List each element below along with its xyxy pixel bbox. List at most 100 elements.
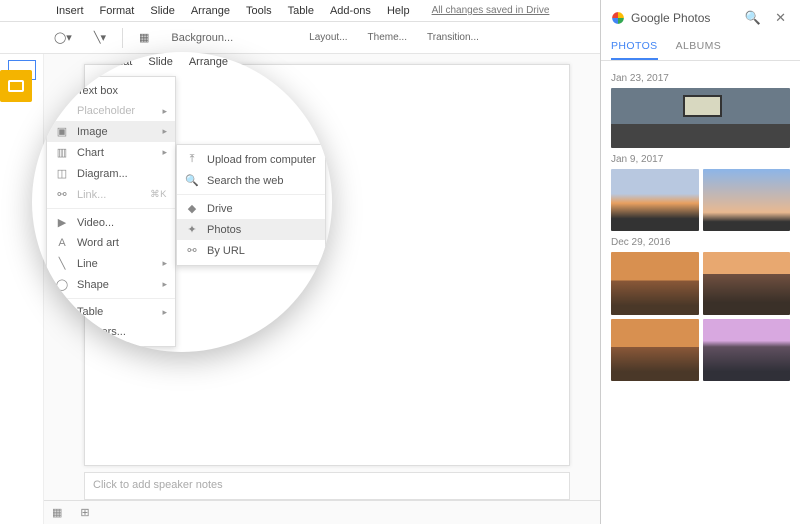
line-icon: ╲ — [55, 257, 69, 270]
menu-item-label: Drive — [207, 203, 233, 215]
menu-item-label: Word art — [77, 237, 119, 249]
submenu-arrow-icon: ▸ — [162, 147, 167, 158]
menu-item-label: Photos — [207, 224, 241, 236]
menu-item-label: Video... — [77, 217, 114, 229]
menu-item-label: Placeholder — [77, 105, 135, 117]
photo-thumbnail[interactable] — [611, 169, 699, 232]
shape-tool[interactable]: ◯▾ — [48, 28, 78, 47]
add-box-tool[interactable]: ▦ — [133, 28, 155, 47]
menu-slide-mag[interactable]: Slide — [140, 56, 180, 68]
menubar: Insert Format Slide Arrange Tools Table … — [0, 0, 600, 22]
photo-thumbnail[interactable] — [611, 319, 699, 382]
submenu-arrow-icon: ▸ — [162, 106, 167, 117]
transition-button[interactable]: Transition... — [427, 32, 479, 43]
menu-item-label: Table — [77, 306, 103, 318]
google-photos-icon — [611, 11, 625, 25]
insert-video-[interactable]: ▶ Video... — [47, 212, 175, 233]
insert-placeholder: Placeholder ▸ — [47, 101, 175, 121]
slides-logo — [0, 70, 32, 102]
image-submenu: ⤒ Upload from computer 🔍 Search the web ◆ Dri… — [176, 144, 326, 266]
drive-icon: ◆ — [185, 202, 199, 215]
menu-slide[interactable]: Slide — [142, 0, 182, 22]
menu-item-label: Diagram... — [77, 168, 128, 180]
submenu-arrow-icon: ▸ — [162, 258, 167, 269]
menu-arrange-mag[interactable]: Arrange — [181, 56, 236, 68]
insert-shape[interactable]: ◯ Shape ▸ — [47, 274, 175, 295]
insert-table[interactable]: Table ▸ — [47, 302, 175, 322]
shortcut: ⌘K — [150, 189, 167, 200]
diagram-icon: ◫ — [55, 167, 69, 180]
photo-thumbnail[interactable] — [611, 88, 790, 148]
chart-icon: ▥ — [55, 146, 69, 159]
insert-word-art[interactable]: A Word art — [47, 233, 175, 253]
menu-addons[interactable]: Add-ons — [322, 0, 379, 22]
textbox-icon: T — [55, 85, 69, 97]
search-icon[interactable]: 🔍 — [741, 10, 765, 26]
view-grid-icon[interactable]: ▦ — [52, 506, 62, 519]
insert-line[interactable]: ╲ Line ▸ — [47, 253, 175, 274]
upload-icon: ⤒ — [185, 153, 199, 166]
submenu-arrow-icon: ▸ — [162, 279, 167, 290]
insert-image[interactable]: ▣ Image ▸ — [47, 121, 175, 142]
menu-item-label: Search the web — [207, 175, 283, 187]
image-source-search-the-web[interactable]: 🔍 Search the web — [177, 170, 325, 191]
background-button[interactable]: Backgroun... — [165, 29, 239, 47]
menu-item-label: Chart — [77, 147, 104, 159]
photo-thumbnail[interactable] — [703, 169, 791, 232]
tab-albums[interactable]: ALBUMS — [676, 34, 722, 60]
image-source-by-url[interactable]: ⚯ By URL — [177, 240, 325, 261]
photo-thumbnail[interactable] — [703, 319, 791, 382]
submenu-arrow-icon: ▸ — [162, 126, 167, 137]
menu-tools[interactable]: Tools — [238, 0, 280, 22]
magnified-menu-region: Insert Format Slide Arrange Tools Table … — [32, 52, 332, 352]
insert-text-box[interactable]: T Text box — [47, 81, 175, 101]
menu-table-mag[interactable]: Table — [278, 56, 320, 68]
menu-insert-open[interactable]: Insert — [46, 56, 90, 68]
menu-format-mag[interactable]: Format — [90, 56, 141, 68]
menu-insert[interactable]: Insert — [48, 0, 92, 22]
menu-help[interactable]: Help — [379, 0, 418, 22]
photo-thumbnail[interactable] — [703, 252, 791, 315]
insert-diagram-[interactable]: ◫ Diagram... — [47, 163, 175, 184]
date-label: Jan 23, 2017 — [611, 73, 790, 84]
menu-item-label: Shape — [77, 279, 109, 291]
menu-item-label: Image — [77, 126, 108, 138]
menu-format[interactable]: Format — [92, 0, 143, 22]
theme-button[interactable]: Theme... — [368, 32, 407, 43]
date-label: Dec 29, 2016 — [611, 237, 790, 248]
layout-button[interactable]: Layout... — [309, 32, 347, 43]
submenu-arrow-icon: ▸ — [162, 307, 167, 318]
image-icon: ▣ — [55, 125, 69, 138]
insert-dropdown: T Text box Placeholder ▸ ▣ Image ▸ ▥ Chart ▸ ◫ Diag… — [46, 76, 176, 347]
insert--mbers-[interactable]: ...mbers... — [47, 322, 175, 342]
view-filmstrip-icon[interactable]: ⊞ — [80, 506, 89, 519]
menu-item-label: Line — [77, 258, 98, 270]
photo-thumbnail[interactable] — [611, 252, 699, 315]
close-icon[interactable]: ✕ — [771, 10, 790, 26]
insert-chart[interactable]: ▥ Chart ▸ — [47, 142, 175, 163]
menu-item-label: By URL — [207, 245, 245, 257]
menu-item-label: Link... — [77, 189, 106, 201]
tab-photos[interactable]: PHOTOS — [611, 34, 658, 60]
menu-item-label: ...mbers... — [77, 326, 126, 338]
video-icon: ▶ — [55, 216, 69, 229]
shape-icon: ◯ — [55, 278, 69, 291]
menu-tools-mag[interactable]: Tools — [236, 56, 278, 68]
search-icon: 🔍 — [185, 174, 199, 187]
date-label: Jan 9, 2017 — [611, 154, 790, 165]
image-source-drive[interactable]: ◆ Drive — [177, 198, 325, 219]
menu-item-label: Text box — [77, 85, 118, 97]
panel-title: Google Photos — [631, 11, 735, 25]
menu-arrange[interactable]: Arrange — [183, 0, 238, 22]
menu-table[interactable]: Table — [280, 0, 322, 22]
insert-link-: ⚯Link...⌘K — [47, 184, 175, 205]
url-icon: ⚯ — [185, 244, 199, 257]
image-source-photos[interactable]: ✦Photos — [177, 219, 325, 240]
speaker-notes[interactable]: Click to add speaker notes — [84, 472, 570, 500]
toolbar: ◯▾ ╲▾ ▦ Backgroun... Layout... Theme... … — [0, 22, 600, 54]
menu-item-label: Upload from computer — [207, 154, 316, 166]
wordart-icon: A — [55, 237, 69, 249]
line-tool[interactable]: ╲▾ — [88, 28, 112, 47]
save-status[interactable]: All changes saved in Drive — [432, 5, 550, 16]
image-source-upload-from-computer[interactable]: ⤒ Upload from computer — [177, 149, 325, 170]
